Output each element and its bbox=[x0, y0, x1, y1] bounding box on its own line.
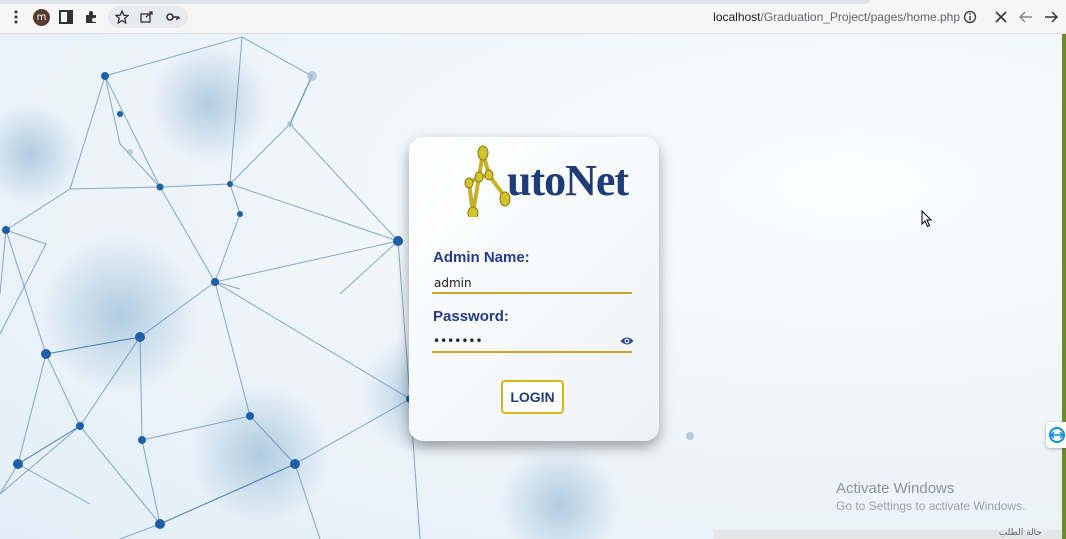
page-background: utoNet Admin Name: Password: ••••••• LOG… bbox=[0, 34, 1062, 539]
address-bar-url[interactable]: localhost/Graduation_Project/pages/home.… bbox=[660, 10, 960, 24]
activate-windows-subtitle: Go to Settings to activate Windows. bbox=[836, 499, 1026, 513]
close-icon[interactable] bbox=[993, 9, 1009, 25]
sidebar-icon[interactable] bbox=[58, 9, 74, 25]
tab-strip bbox=[0, 0, 870, 4]
mouse-cursor-icon bbox=[921, 210, 933, 228]
window-edge-bar bbox=[1062, 34, 1066, 539]
login-button[interactable]: LOGIN bbox=[501, 380, 564, 414]
taskbar-fragment: حالة الطلب bbox=[714, 528, 1062, 539]
install-app-icon[interactable] bbox=[139, 9, 155, 25]
url-host: localhost bbox=[713, 10, 761, 24]
profile-avatar[interactable]: m bbox=[33, 9, 50, 26]
activate-windows-watermark: Activate Windows Go to Settings to activ… bbox=[836, 480, 1025, 513]
forward-icon[interactable] bbox=[1043, 9, 1059, 25]
site-info-icon[interactable] bbox=[962, 9, 978, 25]
password-masked-value: ••••••• bbox=[433, 334, 483, 348]
back-icon[interactable] bbox=[1018, 9, 1034, 25]
extensions-icon[interactable] bbox=[83, 9, 99, 25]
logo-text: utoNet bbox=[507, 156, 629, 205]
password-key-icon[interactable] bbox=[165, 9, 181, 25]
show-password-eye-icon[interactable] bbox=[620, 336, 634, 346]
login-card: utoNet Admin Name: Password: ••••••• LOG… bbox=[409, 137, 659, 441]
admin-name-input[interactable] bbox=[432, 274, 632, 294]
url-path: /Graduation_Project/pages/home.php bbox=[760, 10, 960, 24]
menu-icon[interactable] bbox=[8, 9, 24, 25]
taskbar-text: حالة الطلب bbox=[998, 528, 1042, 538]
activate-windows-title: Activate Windows bbox=[836, 480, 955, 497]
password-label: Password: bbox=[433, 308, 509, 325]
browser-toolbar: m localhost/Graduation_Project/pages/hom… bbox=[0, 0, 1066, 34]
bookmark-star-icon[interactable] bbox=[114, 9, 130, 25]
admin-name-label: Admin Name: bbox=[433, 249, 530, 266]
teamviewer-icon[interactable] bbox=[1046, 422, 1066, 448]
